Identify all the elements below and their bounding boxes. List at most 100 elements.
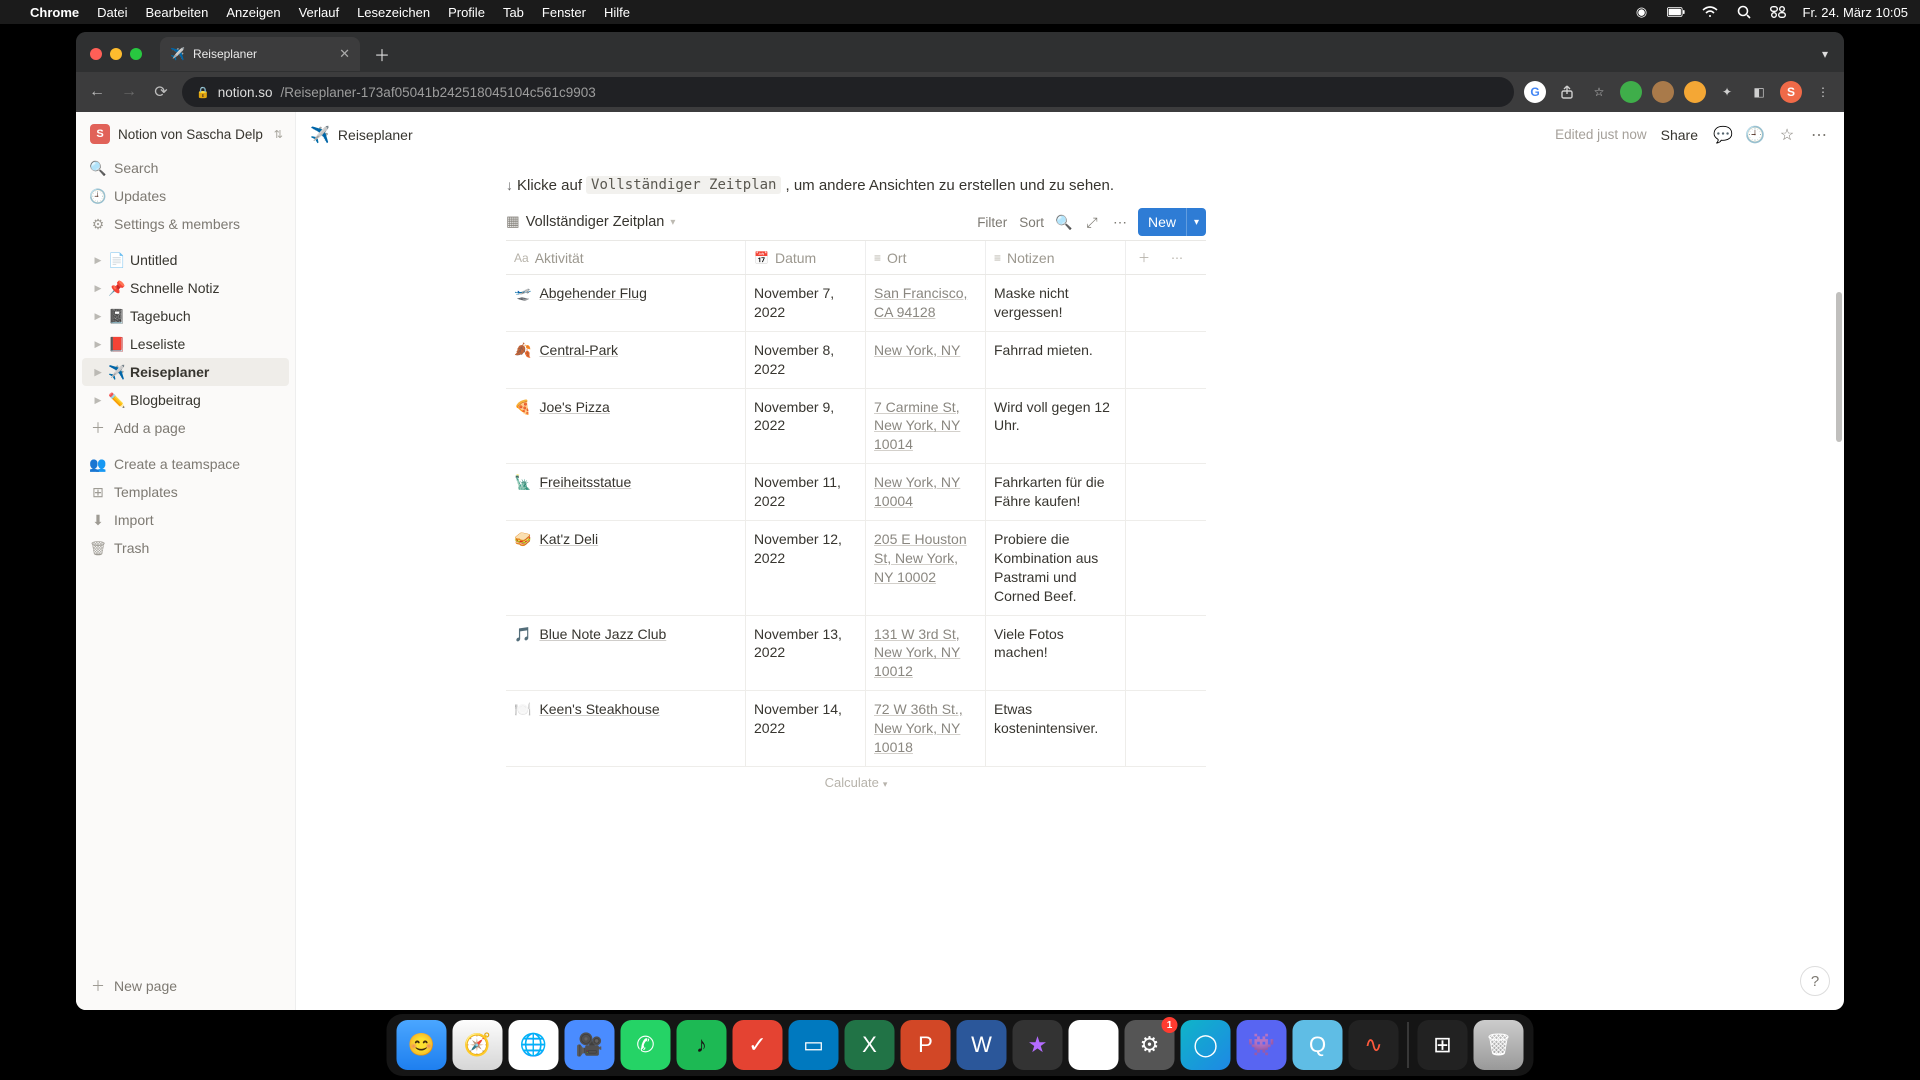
sidebar-search[interactable]: 🔍Search xyxy=(76,154,295,182)
wifi-icon[interactable] xyxy=(1701,3,1719,21)
cell-notes[interactable]: Probiere die Kombination aus Pastrami un… xyxy=(986,521,1126,615)
cell-date[interactable]: November 9, 2022 xyxy=(746,389,866,464)
cell-activity[interactable]: 🍽️Keen's Steakhouse xyxy=(506,691,746,766)
tabs-dropdown-icon[interactable]: ▾ xyxy=(1816,41,1834,67)
sidebar-page-blogbeitrag[interactable]: ▶✏️Blogbeitrag xyxy=(82,386,289,414)
sidebar-settings[interactable]: ⚙Settings & members xyxy=(76,210,295,238)
tab-close-icon[interactable]: ✕ xyxy=(339,46,350,62)
chrome-menu-icon[interactable]: ⋮ xyxy=(1812,81,1834,103)
cell-date[interactable]: November 7, 2022 xyxy=(746,275,866,331)
cell-activity[interactable]: 🥪Kat'z Deli xyxy=(506,521,746,615)
cell-notes[interactable]: Fahrkarten für die Fähre kaufen! xyxy=(986,464,1126,520)
cell-location[interactable]: 205 E Houston St, New York, NY 10002 xyxy=(866,521,986,615)
screen-record-icon[interactable]: ◉ xyxy=(1633,3,1651,21)
menubar-app-name[interactable]: Chrome xyxy=(30,5,79,20)
new-tab-button[interactable]: ＋ xyxy=(368,40,396,68)
add-column-button[interactable]: ＋ xyxy=(1126,241,1162,274)
dock-quicktime[interactable]: Q xyxy=(1293,1020,1343,1070)
dock-imovie[interactable]: ★ xyxy=(1013,1020,1063,1070)
sidebar-add-page[interactable]: ＋Add a page xyxy=(76,414,295,442)
menu-lesezeichen[interactable]: Lesezeichen xyxy=(357,5,430,20)
cell-activity[interactable]: 🎵Blue Note Jazz Club xyxy=(506,616,746,691)
sidepanel-icon[interactable]: ◧ xyxy=(1748,81,1770,103)
menu-tab[interactable]: Tab xyxy=(503,5,524,20)
window-close-icon[interactable] xyxy=(90,48,102,60)
sidebar-trash[interactable]: 🗑Trash xyxy=(76,534,295,562)
dock-voicememos[interactable]: ∿ xyxy=(1349,1020,1399,1070)
nav-reload-button[interactable]: ⟳ xyxy=(150,81,172,103)
col-date[interactable]: 📅Datum xyxy=(746,241,866,274)
table-row[interactable]: 🎵Blue Note Jazz ClubNovember 13, 2022131… xyxy=(506,616,1206,692)
menu-profile[interactable]: Profile xyxy=(448,5,485,20)
updates-clock-icon[interactable]: 🕘 xyxy=(1744,125,1766,145)
sidebar-import[interactable]: ⬇Import xyxy=(76,506,295,534)
cell-location[interactable]: 7 Carmine St, New York, NY 10014 xyxy=(866,389,986,464)
breadcrumb[interactable]: ✈️ Reiseplaner xyxy=(310,125,413,145)
spotlight-search-icon[interactable] xyxy=(1735,3,1753,21)
menu-anzeigen[interactable]: Anzeigen xyxy=(226,5,280,20)
sidebar-page-untitled[interactable]: ▶📄Untitled xyxy=(82,246,289,274)
battery-icon[interactable] xyxy=(1667,3,1685,21)
disclosure-triangle-icon[interactable]: ▶ xyxy=(92,367,104,378)
dock-chrome[interactable]: 🌐 xyxy=(509,1020,559,1070)
new-button-dropdown[interactable]: ▾ xyxy=(1186,208,1206,236)
dock-settings[interactable]: ⚙1 xyxy=(1125,1020,1175,1070)
extension-2-icon[interactable] xyxy=(1652,81,1674,103)
table-row[interactable]: 🗽FreiheitsstatueNovember 11, 2022New Yor… xyxy=(506,464,1206,521)
disclosure-triangle-icon[interactable]: ▶ xyxy=(92,283,104,294)
col-location[interactable]: ≡Ort xyxy=(866,241,986,274)
workspace-switcher[interactable]: S Notion von Sascha Delp ⇅ xyxy=(76,112,295,154)
cell-location[interactable]: San Francisco, CA 94128 xyxy=(866,275,986,331)
dock-spotify[interactable]: ♪ xyxy=(677,1020,727,1070)
db-more-icon[interactable]: ⋯ xyxy=(1110,214,1130,231)
table-row[interactable]: 🍕Joe's PizzaNovember 9, 20227 Carmine St… xyxy=(506,389,1206,465)
new-row-button[interactable]: New ▾ xyxy=(1138,208,1206,236)
sidebar-create-teamspace[interactable]: 👥Create a teamspace xyxy=(76,450,295,478)
column-options-button[interactable]: ⋯ xyxy=(1162,241,1192,274)
disclosure-triangle-icon[interactable]: ▶ xyxy=(92,395,104,406)
cell-location[interactable]: 72 W 36th St., New York, NY 10018 xyxy=(866,691,986,766)
table-row[interactable]: 🍂Central-ParkNovember 8, 2022New York, N… xyxy=(506,332,1206,389)
menu-verlauf[interactable]: Verlauf xyxy=(299,5,339,20)
dock-excel[interactable]: X xyxy=(845,1020,895,1070)
share-button[interactable]: Share xyxy=(1657,127,1702,143)
cell-notes[interactable]: Wird voll gegen 12 Uhr. xyxy=(986,389,1126,464)
nav-back-button[interactable]: ← xyxy=(86,81,108,103)
dock-todoist[interactable]: ✓ xyxy=(733,1020,783,1070)
cell-activity[interactable]: 🍂Central-Park xyxy=(506,332,746,388)
cell-date[interactable]: November 11, 2022 xyxy=(746,464,866,520)
menu-datei[interactable]: Datei xyxy=(97,5,127,20)
sidebar-templates[interactable]: ⊞Templates xyxy=(76,478,295,506)
disclosure-triangle-icon[interactable]: ▶ xyxy=(92,311,104,322)
cell-date[interactable]: November 13, 2022 xyxy=(746,616,866,691)
sort-button[interactable]: Sort xyxy=(1017,213,1046,232)
cell-date[interactable]: November 12, 2022 xyxy=(746,521,866,615)
view-switcher[interactable]: ▦ Vollständiger Zeitplan ▾ xyxy=(506,214,675,230)
dock-discord[interactable]: 👾 xyxy=(1237,1020,1287,1070)
extensions-puzzle-icon[interactable]: ✦ xyxy=(1716,81,1738,103)
dock-drive[interactable]: △ xyxy=(1069,1020,1119,1070)
comments-icon[interactable]: 💬 xyxy=(1712,125,1734,145)
cell-activity[interactable]: 🍕Joe's Pizza xyxy=(506,389,746,464)
window-minimize-icon[interactable] xyxy=(110,48,122,60)
dock-trash[interactable]: 🗑 xyxy=(1474,1020,1524,1070)
browser-tab[interactable]: ✈️ Reiseplaner ✕ xyxy=(160,37,360,71)
cell-activity[interactable]: 🗽Freiheitsstatue xyxy=(506,464,746,520)
dock-trello[interactable]: ▭ xyxy=(789,1020,839,1070)
col-activity[interactable]: AaAktivität xyxy=(506,241,746,274)
window-zoom-icon[interactable] xyxy=(130,48,142,60)
disclosure-triangle-icon[interactable]: ▶ xyxy=(92,255,104,266)
filter-button[interactable]: Filter xyxy=(975,213,1009,232)
dock-whatsapp[interactable]: ✆ xyxy=(621,1020,671,1070)
table-row[interactable]: 🍽️Keen's SteakhouseNovember 14, 202272 W… xyxy=(506,691,1206,767)
sidebar-updates[interactable]: 🕘Updates xyxy=(76,182,295,210)
share-icon[interactable] xyxy=(1556,81,1578,103)
menu-hilfe[interactable]: Hilfe xyxy=(604,5,630,20)
calculate-row[interactable]: Calculate▾ xyxy=(506,767,1206,798)
cell-date[interactable]: November 8, 2022 xyxy=(746,332,866,388)
dock-zoom[interactable]: 🎥 xyxy=(565,1020,615,1070)
address-bar[interactable]: 🔒 notion.so/Reiseplaner-173af05041b24251… xyxy=(182,77,1514,107)
sidebar-page-leseliste[interactable]: ▶📕Leseliste xyxy=(82,330,289,358)
more-icon[interactable]: ⋯ xyxy=(1808,125,1830,145)
expand-icon[interactable]: ⤢ xyxy=(1082,214,1102,231)
